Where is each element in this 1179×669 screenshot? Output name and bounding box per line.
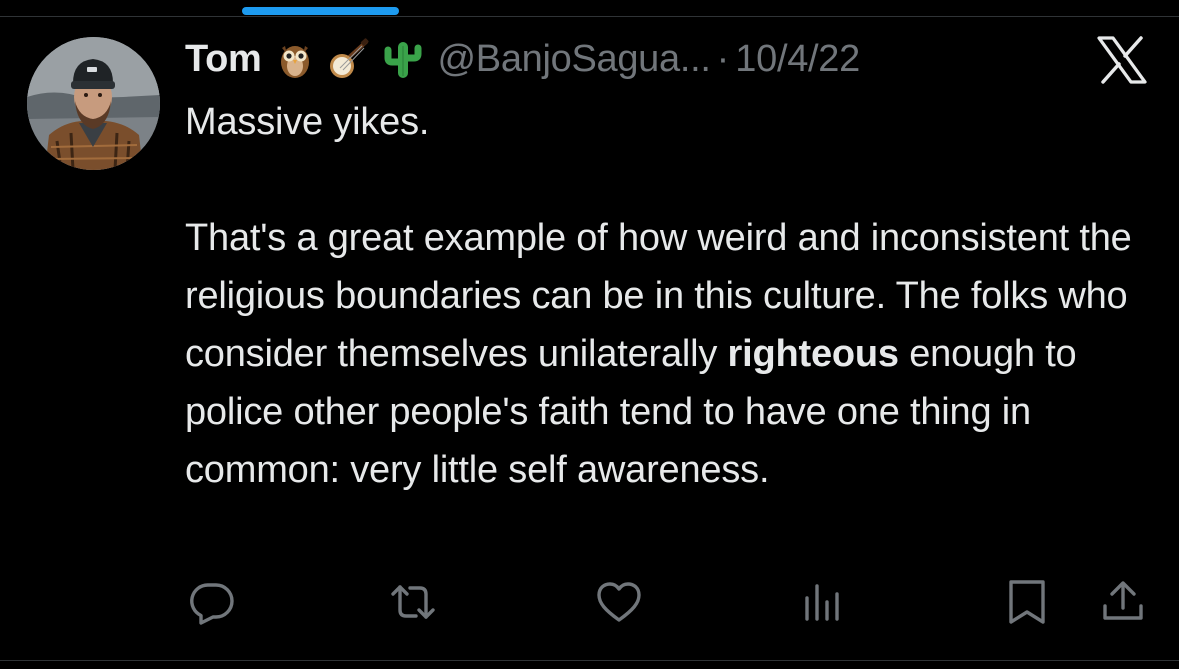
share-icon[interactable] [1099,578,1147,626]
tweet-text: Massive yikes. That's a great example of… [185,93,1160,499]
author-handle[interactable]: @BanjoSagua... [438,38,711,81]
reply-icon[interactable] [188,578,236,626]
top-edge [0,0,1179,17]
body-bold-word: righteous [727,333,900,375]
banjo-emoji [328,38,370,80]
avatar-photo [27,37,160,170]
cactus-emoji [382,38,424,80]
tweet-body: That's a great example of how weird and … [185,209,1160,499]
author-name[interactable]: Tom [185,38,262,81]
like-icon[interactable] [595,578,643,626]
views-icon[interactable] [799,578,847,626]
owl-emoji [274,38,316,80]
separator-dot: · [716,37,730,80]
action-bar [0,578,1179,626]
tab-indicator [242,7,399,15]
bottom-divider [0,660,1179,661]
bookmark-icon[interactable] [1003,578,1051,626]
tweet-header: Tom @BanjoSagua... · 10/4/22 [185,33,860,85]
x-logo-icon[interactable] [1097,36,1147,84]
avatar[interactable] [27,37,160,170]
retweet-icon[interactable] [389,578,437,626]
tweet-line-1: Massive yikes. [185,101,430,143]
tweet-date[interactable]: 10/4/22 [735,38,860,81]
